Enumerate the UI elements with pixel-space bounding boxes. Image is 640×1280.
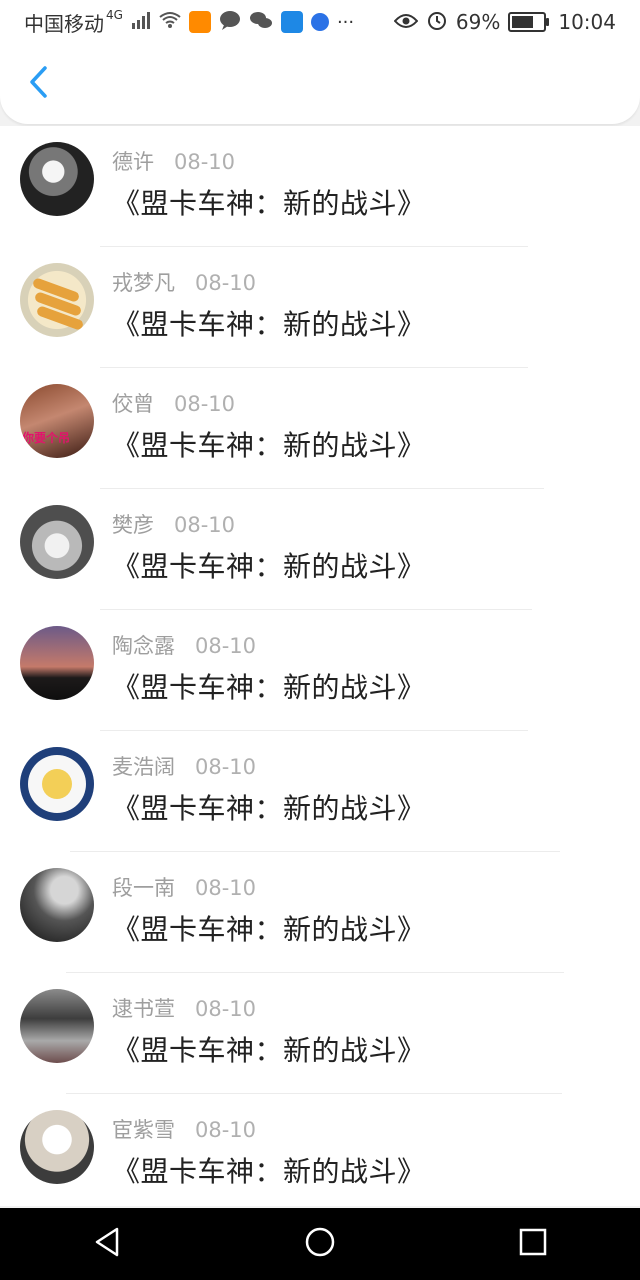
item-title[interactable]: 《盟卡车神：新的战斗》 — [112, 303, 426, 343]
alarm-icon — [426, 9, 448, 36]
name-row: 段一南 08-10 — [112, 872, 256, 902]
avatar[interactable] — [20, 747, 94, 821]
avatar[interactable] — [20, 868, 94, 942]
list-item[interactable]: 麦浩阔 08-10 《盟卡车神：新的战斗》 — [0, 731, 640, 852]
status-left: 中国移动 4G ··· — [24, 8, 354, 37]
user-name[interactable]: 佼曾 — [112, 388, 154, 418]
user-name[interactable]: 戎梦凡 — [112, 267, 175, 297]
user-name[interactable]: 宦紫雪 — [112, 1114, 175, 1144]
avatar[interactable] — [20, 505, 94, 579]
list-item[interactable]: 宦紫雪 08-10 《盟卡车神：新的战斗》 — [0, 1094, 640, 1206]
item-title[interactable]: 《盟卡车神：新的战斗》 — [112, 424, 426, 464]
name-row: 樊彦 08-10 — [112, 509, 235, 539]
status-right: 69% 10:04 — [393, 9, 616, 36]
list-item[interactable]: 逮书萱 08-10 《盟卡车神：新的战斗》 — [0, 973, 640, 1094]
item-date: 08-10 — [195, 997, 257, 1021]
chevron-left-icon — [27, 65, 49, 103]
wifi-icon — [159, 10, 181, 34]
carrier-label: 中国移动 — [24, 11, 104, 36]
status-bar: 中国移动 4G ··· 69% 10:04 — [0, 0, 640, 44]
nav-recents-button[interactable] — [503, 1214, 563, 1274]
header — [0, 44, 640, 124]
back-button[interactable] — [10, 56, 66, 112]
battery-percent: 69% — [455, 10, 501, 34]
app-notification-icon — [188, 11, 211, 33]
triangle-back-icon — [92, 1226, 122, 1262]
user-name[interactable]: 逮书萱 — [112, 993, 175, 1023]
name-row: 戎梦凡 08-10 — [112, 267, 256, 297]
user-name[interactable]: 麦浩阔 — [112, 751, 175, 781]
item-title[interactable]: 《盟卡车神：新的战斗》 — [112, 1029, 426, 1069]
item-title[interactable]: 《盟卡车神：新的战斗》 — [112, 182, 426, 222]
item-date: 08-10 — [195, 755, 257, 779]
item-date: 08-10 — [195, 271, 257, 295]
name-row: 佼曾 08-10 — [112, 388, 235, 418]
eye-icon — [393, 10, 419, 34]
battery-icon — [508, 12, 550, 32]
user-name[interactable]: 樊彦 — [112, 509, 154, 539]
app-notification-icon-2 — [280, 11, 303, 33]
avatar[interactable] — [20, 626, 94, 700]
name-row: 德许 08-10 — [112, 146, 235, 176]
item-date: 08-10 — [195, 876, 257, 900]
name-row: 陶念露 08-10 — [112, 630, 256, 660]
avatar[interactable] — [20, 263, 94, 337]
list-item[interactable]: 德许 08-10 《盟卡车神：新的战斗》 — [0, 126, 640, 247]
avatar[interactable] — [20, 1110, 94, 1184]
avatar-overlay-text: 你要个吊 — [22, 431, 71, 445]
list-item[interactable]: 陶念露 08-10 《盟卡车神：新的战斗》 — [0, 610, 640, 731]
item-title[interactable]: 《盟卡车神：新的战斗》 — [112, 666, 426, 706]
item-title[interactable]: 《盟卡车神：新的战斗》 — [112, 908, 426, 948]
item-date: 08-10 — [195, 1118, 257, 1142]
list-item[interactable]: 段一南 08-10 《盟卡车神：新的战斗》 — [0, 852, 640, 973]
list-item[interactable]: 戎梦凡 08-10 《盟卡车神：新的战斗》 — [0, 247, 640, 368]
item-date: 08-10 — [174, 392, 236, 416]
list-item[interactable]: 你要个吊 佼曾 08-10 《盟卡车神：新的战斗》 — [0, 368, 640, 489]
signal-icon — [131, 10, 151, 34]
more-notifications-icon: ··· — [336, 11, 355, 33]
wechat-icon — [249, 10, 273, 35]
network-type: 4G — [106, 7, 123, 22]
user-name[interactable]: 陶念露 — [112, 630, 175, 660]
circle-home-icon — [304, 1226, 336, 1262]
avatar[interactable]: 你要个吊 — [20, 384, 94, 458]
avatar[interactable] — [20, 989, 94, 1063]
avatar[interactable] — [20, 142, 94, 216]
comment-list[interactable]: 德许 08-10 《盟卡车神：新的战斗》 戎梦凡 08-10 《盟卡车神：新的战… — [0, 126, 640, 1206]
item-date: 08-10 — [174, 513, 236, 537]
nav-home-button[interactable] — [290, 1214, 350, 1274]
list-item[interactable]: 樊彦 08-10 《盟卡车神：新的战斗》 — [0, 489, 640, 610]
item-date: 08-10 — [174, 150, 236, 174]
square-recents-icon — [518, 1227, 548, 1261]
name-row: 逮书萱 08-10 — [112, 993, 256, 1023]
item-title[interactable]: 《盟卡车神：新的战斗》 — [112, 787, 426, 827]
nav-back-button[interactable] — [77, 1214, 137, 1274]
name-row: 宦紫雪 08-10 — [112, 1114, 256, 1144]
name-row: 麦浩阔 08-10 — [112, 751, 256, 781]
user-name[interactable]: 段一南 — [112, 872, 175, 902]
browser-icon — [310, 13, 329, 31]
item-date: 08-10 — [195, 634, 257, 658]
system-nav-bar — [0, 1208, 640, 1280]
item-title[interactable]: 《盟卡车神：新的战斗》 — [112, 545, 426, 585]
clock: 10:04 — [558, 10, 616, 34]
item-title[interactable]: 《盟卡车神：新的战斗》 — [112, 1150, 426, 1190]
user-name[interactable]: 德许 — [112, 146, 154, 176]
message-icon — [219, 10, 241, 35]
